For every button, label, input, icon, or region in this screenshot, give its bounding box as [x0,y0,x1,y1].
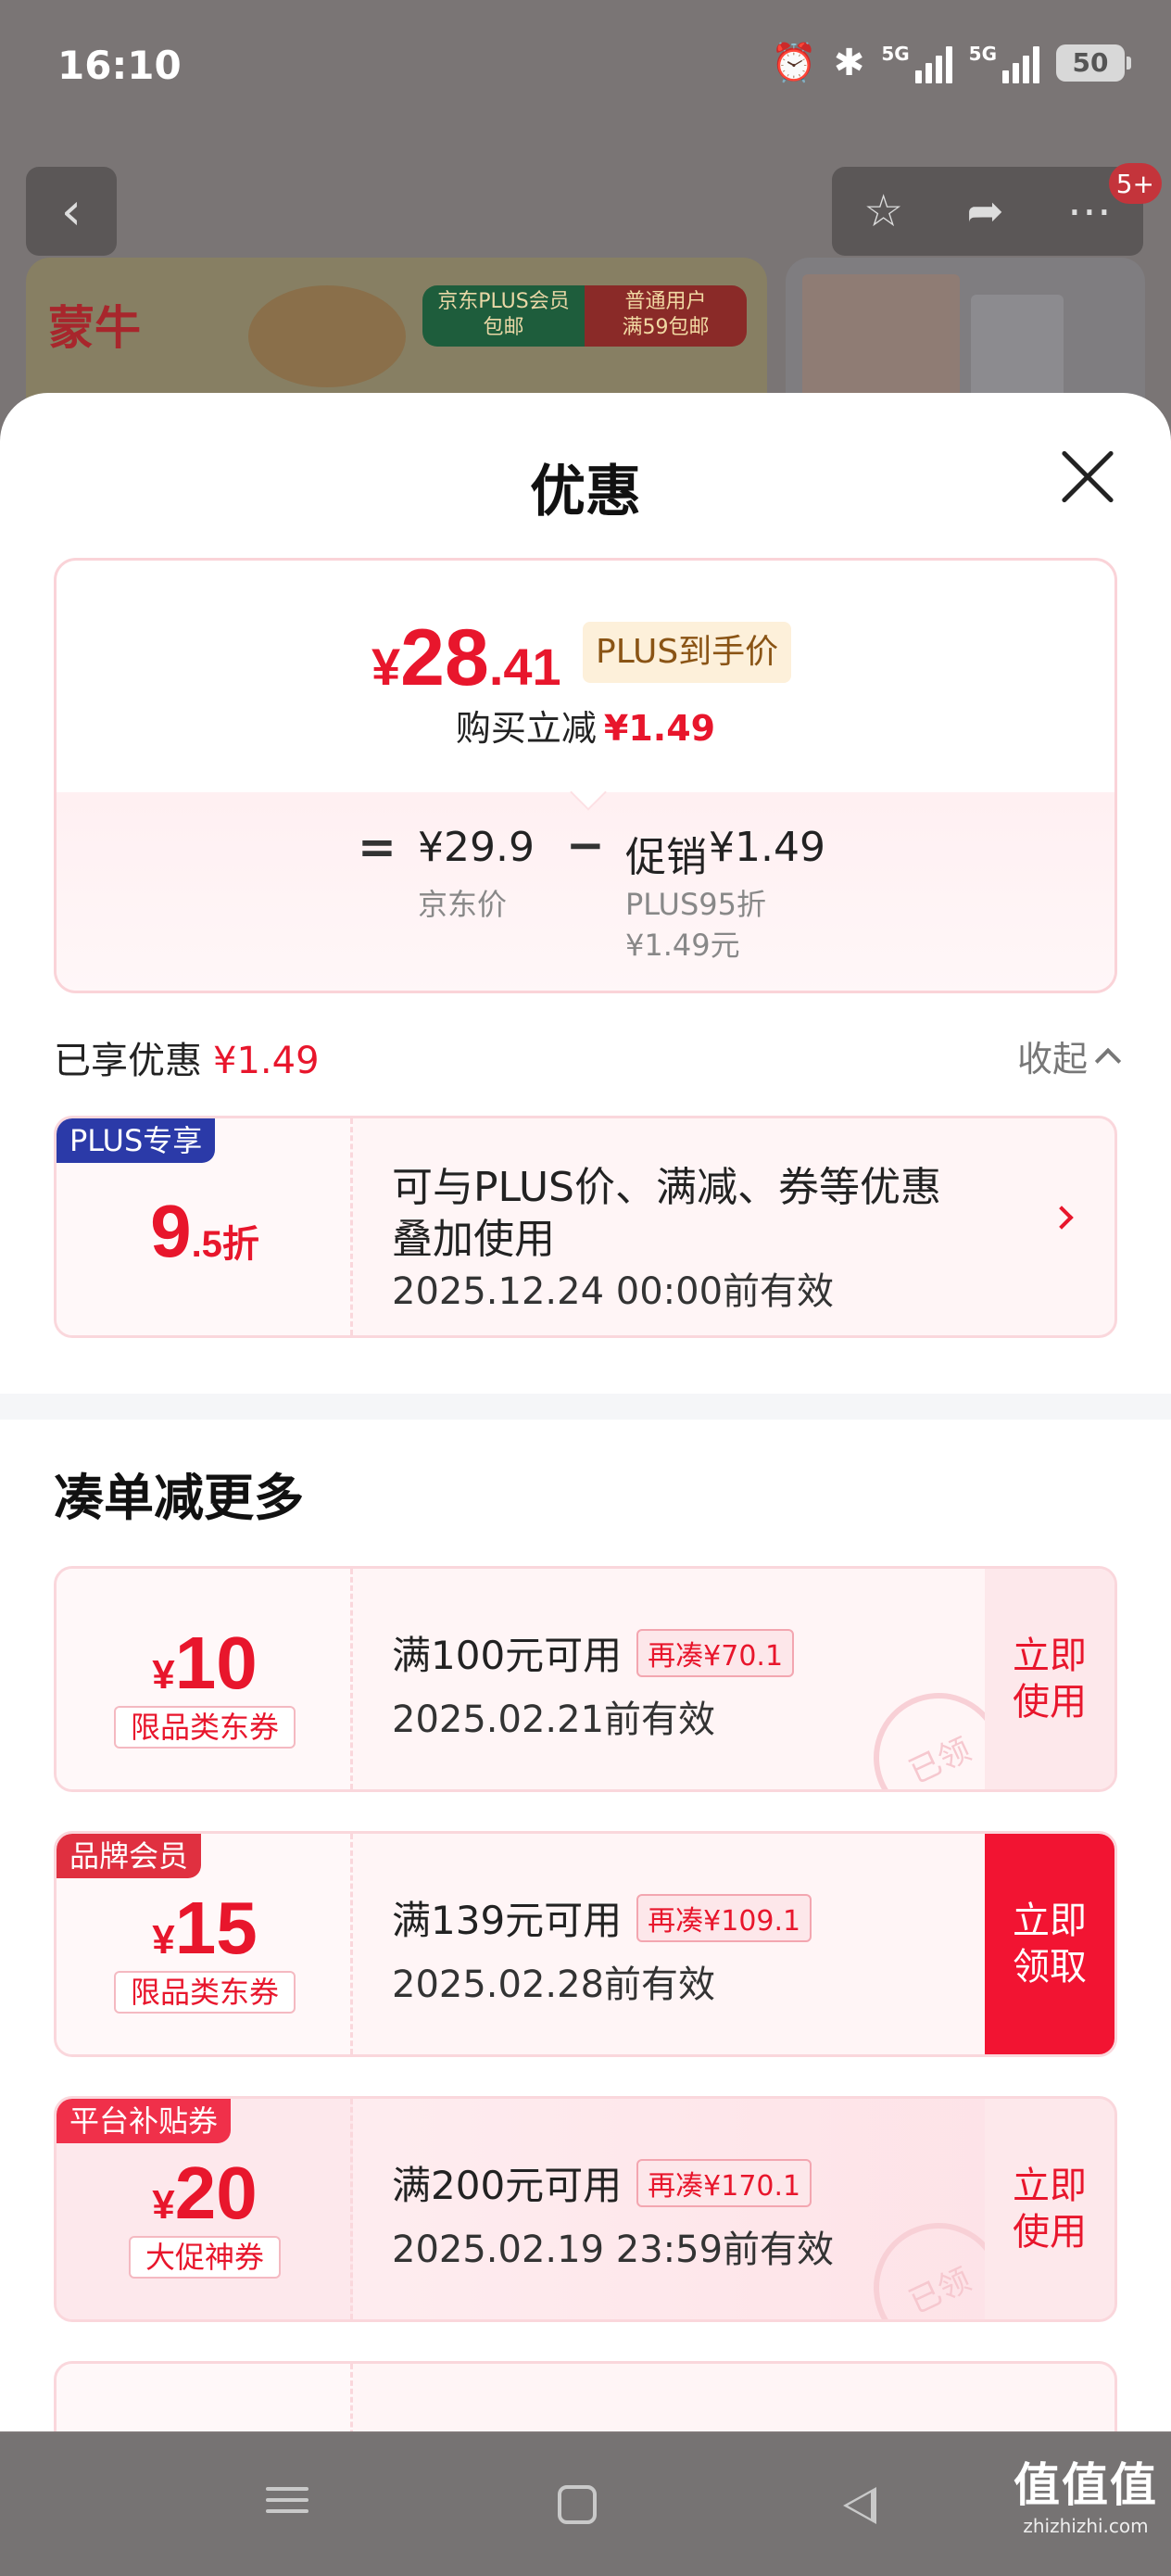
claim-coupon-button[interactable]: 立即 领取 [985,1834,1114,2054]
coupon-card[interactable]: 品牌会员 ¥15 限品类东券 满139元可用 再凑¥109.1 2025.02.2… [54,1831,1117,2057]
promo-label: 促销 [625,834,707,881]
equals-sign: = [358,820,397,874]
price-card: ¥28.41 PLUS到手价 购买立减 ¥1.49 = ¥29.9 京东价 − 促… [54,558,1117,993]
plus-price-tag: PLUS到手价 [583,622,792,683]
menu-icon[interactable] [259,2480,315,2530]
notification-badge: 5+ [1108,163,1162,204]
plus-exclusive-tag: PLUS专享 [57,1118,216,1163]
more-icon[interactable]: ⋯ [1067,185,1112,237]
coupon-kind: 限品类东券 [114,1706,296,1749]
status-bar: 16:10 ⏰ ✱ 5G 5G 50 [0,0,1171,139]
coupon-value: ¥10 [152,1622,258,1704]
coupon-kind: 大促神券 [129,2236,281,2279]
promo-amount: ¥1.49 [709,824,825,871]
festive-graphic [248,285,406,387]
back-icon[interactable] [843,2487,876,2524]
collapse-button[interactable]: 收起 [1017,1030,1122,1081]
coupon-condition: 满100元可用 再凑¥70.1 [392,1624,795,1681]
coupon-kind: 限品类东券 [114,1971,296,2014]
brand-member-tag: 品牌会员 [57,1834,202,1878]
coupon-card[interactable] [54,2361,1117,2431]
close-icon[interactable] [1058,447,1117,506]
enjoyed-discount: 已享优惠 ¥1.49 [54,1040,320,1082]
background-page: 16:10 ⏰ ✱ 5G 5G 50 ‹ ☆ ➦ ⋯ 5+ 蒙牛 京东PLUS会… [0,0,1171,445]
signal-icon: 5G [881,43,952,83]
battery-icon: 50 [1056,44,1131,82]
share-icon[interactable]: ➦ [966,185,1003,237]
status-time: 16:10 [57,43,182,88]
price-breakdown: = ¥29.9 京东价 − 促销 ¥1.49 PLUS95折 ¥1.49元 [57,792,1114,991]
coupon-value: ¥20 [152,2152,258,2234]
coupon-value: ¥15 [152,1887,258,1969]
jd-price: ¥29.9 [418,824,535,871]
coupon-valid: 2025.02.28前有效 [392,1964,716,2006]
chevron-right-icon [1050,1206,1074,1230]
promo-desc: PLUS95折 [625,887,766,922]
final-price: ¥28.41 [371,613,561,702]
bluetooth-icon: ✱ [833,41,865,84]
plus-coupon-valid: 2025.12.24 00:00前有效 [392,1270,835,1313]
coupon-condition: 满139元可用 再凑¥109.1 [392,1889,812,1946]
coupon-valid: 2025.02.21前有效 [392,1698,716,1741]
coupon-condition: 满200元可用 再凑¥170.1 [392,2154,812,2211]
discount-value: 9.5折 [150,1190,259,1272]
section-divider [0,1394,1171,1420]
chevron-up-icon [1094,1047,1122,1074]
back-button[interactable]: ‹ [26,167,117,256]
system-nav-bar [0,2433,1171,2576]
coupon-valid: 2025.02.19 23:59前有效 [392,2229,835,2271]
top-actions: ☆ ➦ ⋯ [832,167,1143,256]
promo-desc: ¥1.49元 [625,928,740,963]
home-icon[interactable] [558,2485,597,2524]
signal-icon: 5G [969,43,1039,83]
section-title: 凑单减更多 [54,1469,304,1527]
plus-coupon-desc: 叠加使用 [392,1216,555,1263]
coupon-card[interactable]: 平台补贴券 ¥20 大促神券 满200元可用 再凑¥170.1 2025.02.1… [54,2096,1117,2322]
sheet-title: 优惠 [530,460,641,524]
discount-sheet: 优惠 ¥28.41 PLUS到手价 购买立减 ¥1.49 = ¥29.9 京东价 … [0,393,1171,2431]
brand-logo: 蒙牛 [48,301,141,355]
instant-reduce: 购买立减 ¥1.49 [455,708,716,749]
use-coupon-button[interactable]: 立即 使用 [985,2099,1114,2319]
coupon-card[interactable]: ¥10 限品类东券 满100元可用 再凑¥70.1 2025.02.21前有效 已… [54,1566,1117,1792]
jd-price-label: 京东价 [418,887,508,922]
watermark: 值值值 zhizhizhi.com [1014,2458,1158,2537]
star-icon[interactable]: ☆ [863,185,903,237]
minus-sign: − [566,818,605,872]
plus-coupon[interactable]: PLUS专享 9.5折 可与PLUS价、满减、券等优惠 叠加使用 2025.12… [54,1116,1117,1338]
alarm-icon: ⏰ [770,42,817,84]
use-coupon-button[interactable]: 立即 使用 [985,1569,1114,1789]
shipping-badge: 京东PLUS会员 包邮 普通用户 满59包邮 [422,285,747,347]
plus-coupon-desc: 可与PLUS价、满减、券等优惠 [392,1164,941,1211]
platform-subsidy-tag: 平台补贴券 [57,2099,232,2143]
